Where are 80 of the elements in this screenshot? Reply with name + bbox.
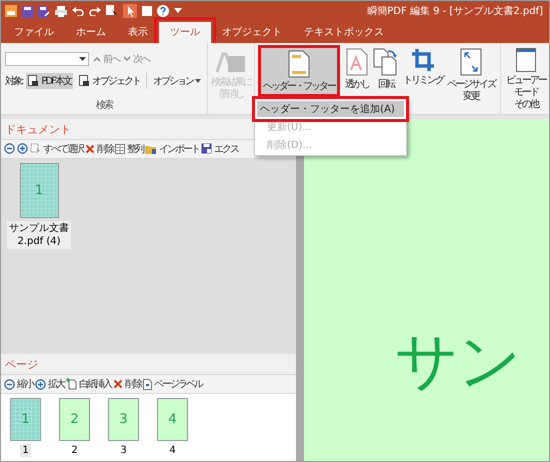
watermark-icon <box>346 48 368 76</box>
toolbar-button[interactable]: 縮小 <box>4 377 33 392</box>
down-icon <box>123 56 131 62</box>
up-icon <box>93 56 101 62</box>
page-item[interactable]: 1 1 <box>10 398 41 457</box>
document-icon <box>78 75 90 87</box>
dropdown-icon[interactable] <box>174 8 182 14</box>
ribbon-tab[interactable]: オブジェクト <box>211 22 293 43</box>
ribbon-button[interactable]: 回転 <box>370 45 401 94</box>
toolbar-button[interactable]: エクス <box>201 142 238 156</box>
app-icon <box>5 5 17 17</box>
toolbar-button[interactable]: 整列 <box>115 142 143 156</box>
ribbon-tab[interactable]: ファイル <box>3 22 65 43</box>
toolbar-button[interactable]: 拡大 <box>35 377 64 392</box>
ribbon-tab[interactable]: 表示 <box>117 22 159 43</box>
save-as-icon[interactable] <box>38 6 50 16</box>
panel-title: ページ <box>4 357 39 374</box>
page-thumbnail: 1 <box>10 398 41 441</box>
ribbon-button[interactable]: トリミング <box>400 45 445 90</box>
target-label: 対象: <box>5 74 22 88</box>
redo-icon[interactable] <box>89 6 101 16</box>
search-field[interactable] <box>5 52 89 66</box>
viewer-mode-button[interactable]: ビューアー モード その他 <box>504 45 548 114</box>
target-option[interactable]: PDF本文 <box>26 73 73 89</box>
pointer-icon[interactable] <box>123 4 137 18</box>
undo-icon[interactable] <box>72 6 84 16</box>
select-text-icon[interactable] <box>106 5 118 17</box>
options-dropdown[interactable]: オプション <box>150 73 203 89</box>
zoom-in-icon <box>35 378 46 390</box>
ribbon-tab[interactable]: ホーム <box>65 22 117 43</box>
toolbar-button[interactable]: 削除 <box>85 142 113 156</box>
window-icon <box>516 48 536 72</box>
target-option[interactable]: オブジェクト <box>76 73 142 89</box>
zoom-out-icon <box>4 378 15 390</box>
crop-icon <box>410 48 435 72</box>
document-thumbnail[interactable]: 1 サンプル文書 2.pdf (4) <box>7 162 71 249</box>
ribbon-tab[interactable]: テキストボックス <box>293 22 395 43</box>
print-icon[interactable] <box>55 6 67 16</box>
page-item[interactable]: 4 4 <box>157 398 188 457</box>
page-item[interactable]: 3 3 <box>108 398 139 457</box>
new-page-icon <box>66 378 77 390</box>
page-thumbnail: 4 <box>157 398 188 441</box>
ribbon-tab[interactable]: ツール <box>159 22 211 43</box>
ribbon-button[interactable]: ページサイズ 変更 <box>444 45 497 106</box>
toolbar-button[interactable]: ページラベル <box>143 377 202 392</box>
help-icon[interactable] <box>157 5 169 17</box>
page-item[interactable]: 2 2 <box>59 398 90 457</box>
select-all-icon <box>30 143 41 154</box>
rotate-pages-icon <box>372 48 399 76</box>
window-title: 瞬簡PDF 編集 9 - [サンプル文書2.pdf] <box>367 4 543 18</box>
page-text: サン <box>395 323 521 399</box>
panel-title: ドキュメント <box>4 122 72 138</box>
caret-icon <box>79 57 86 61</box>
redact-icon <box>216 52 246 74</box>
ribbon-button[interactable]: 透かし <box>342 45 371 94</box>
delete-icon <box>85 144 95 154</box>
delete-icon <box>113 379 123 390</box>
toolbar-button[interactable]: すべて選択 <box>30 142 83 156</box>
toolbar-button[interactable]: 白紙挿入 <box>66 377 111 392</box>
caret-icon <box>194 79 201 83</box>
toolbar-button[interactable]: 削除 <box>113 377 141 392</box>
toolbar-button[interactable] <box>17 143 28 154</box>
toolbar-button[interactable]: インポート <box>145 142 199 156</box>
save-icon[interactable] <box>22 6 33 16</box>
zoom-in-icon <box>17 143 28 154</box>
document-icon <box>288 50 310 78</box>
resize-page-icon <box>460 48 482 76</box>
toolbar-button[interactable] <box>4 143 15 154</box>
menu-item[interactable]: ヘッダー・フッターを追加(A) <box>257 101 404 117</box>
document-icon <box>28 75 40 87</box>
ribbon-button[interactable]: ヘッダー・フッター <box>258 45 340 97</box>
page-thumbnail: 1 <box>20 162 58 218</box>
page-thumbnail: 2 <box>59 398 90 441</box>
zoom-out-icon <box>4 143 15 154</box>
folder-icon <box>145 144 157 154</box>
group-label: 検索 <box>94 98 114 112</box>
page-thumbnail: 3 <box>108 398 139 441</box>
page-icon <box>143 378 152 390</box>
save-icon <box>201 143 212 154</box>
grid-icon <box>115 144 125 154</box>
